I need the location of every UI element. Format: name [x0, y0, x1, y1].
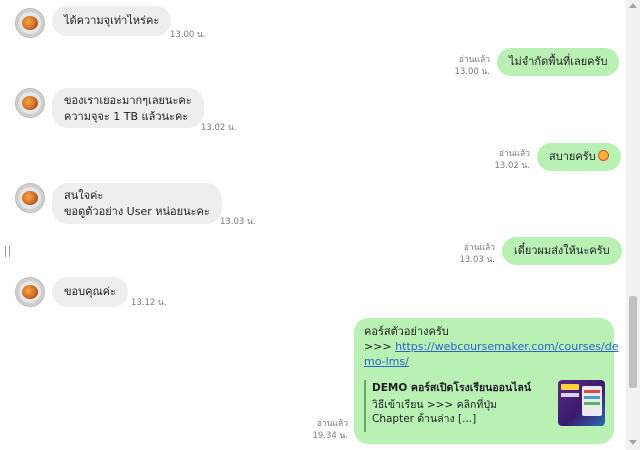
chat-thread: ได้ความจุเท่าไหร่คะ 13.00 น. อ่านแล้ว 13…	[0, 0, 626, 450]
scroll-down-arrow-icon[interactable]	[629, 440, 637, 445]
message-time: 13.02 น.	[201, 123, 237, 133]
outgoing-message: เดี๋ยวผมส่งให้นะครับ	[502, 237, 622, 265]
message-time: 13.00 น.	[170, 30, 206, 40]
incoming-message: ขอบคุณค่ะ	[52, 277, 128, 307]
read-receipt: อ่านแล้ว	[316, 419, 348, 429]
message-time: 19.34 น.	[312, 431, 348, 441]
contact-avatar[interactable]	[15, 88, 45, 118]
read-receipt: อ่านแล้ว	[498, 149, 530, 159]
message-time: 13.00 น.	[454, 67, 490, 77]
contact-avatar[interactable]	[15, 183, 45, 213]
read-receipt: อ่านแล้ว	[463, 243, 495, 253]
link-line-continued: mo-lms/	[364, 354, 604, 369]
outgoing-link-message: คอร์สตัวอย่างครับ >>> https://webcoursem…	[354, 318, 618, 444]
scroll-up-arrow-icon[interactable]	[629, 3, 637, 8]
outgoing-message: ไม่จำกัดพื้นที่เลยครับ	[497, 48, 620, 76]
link-preview[interactable]: DEMO คอร์สเปิดโรงเรียนออนไลน์ วิธีเข้าเร…	[364, 380, 605, 432]
scrollbar-thumb[interactable]	[629, 296, 637, 388]
course-link-continued[interactable]: mo-lms/	[364, 355, 409, 368]
incoming-message: ของเราเยอะมากๆเลยนะคะ ความจุจะ 1 TB แล้ว…	[52, 88, 204, 128]
link-message-text: คอร์สตัวอย่างครับ	[364, 325, 449, 338]
smiling-face-emoji-icon	[597, 150, 609, 161]
message-meta: อ่านแล้ว 13.00 น.	[430, 54, 490, 78]
outgoing-message-text: สบายครับ	[549, 150, 596, 163]
outgoing-message: สบายครับ	[537, 143, 621, 171]
link-prefix: >>>	[364, 340, 396, 353]
link-line: >>> https://webcoursemaker.com/courses/d…	[364, 339, 618, 354]
contact-avatar[interactable]	[15, 8, 45, 38]
link-preview-title: DEMO คอร์สเปิดโรงเรียนออนไลน์	[372, 382, 532, 394]
course-link[interactable]: https://webcoursemaker.com/courses/de	[395, 340, 618, 353]
message-time: 13.03 น.	[459, 255, 495, 265]
read-receipt: อ่านแล้ว	[458, 55, 490, 65]
message-meta: อ่านแล้ว 13.03 น.	[435, 242, 495, 266]
panel-resize-handle[interactable]	[5, 246, 10, 257]
contact-avatar[interactable]	[15, 277, 45, 307]
link-preview-thumbnail	[558, 380, 605, 426]
message-meta: อ่านแล้ว 19.34 น.	[288, 418, 348, 442]
incoming-message: สนใจค่ะ ขอดูตัวอย่าง User หน่อยนะคะ	[52, 183, 222, 224]
message-time: 13.12 น.	[131, 298, 167, 308]
incoming-message: ได้ความจุเท่าไหร่คะ	[52, 6, 172, 36]
message-meta: อ่านแล้ว 13.02 น.	[470, 148, 530, 172]
message-time: 13.03 น.	[220, 217, 256, 227]
link-preview-description: วิธีเข้าเรียน >>> คลิกที่ปุ่ม Chapter ด้…	[372, 399, 497, 425]
message-time: 13.02 น.	[494, 161, 530, 171]
